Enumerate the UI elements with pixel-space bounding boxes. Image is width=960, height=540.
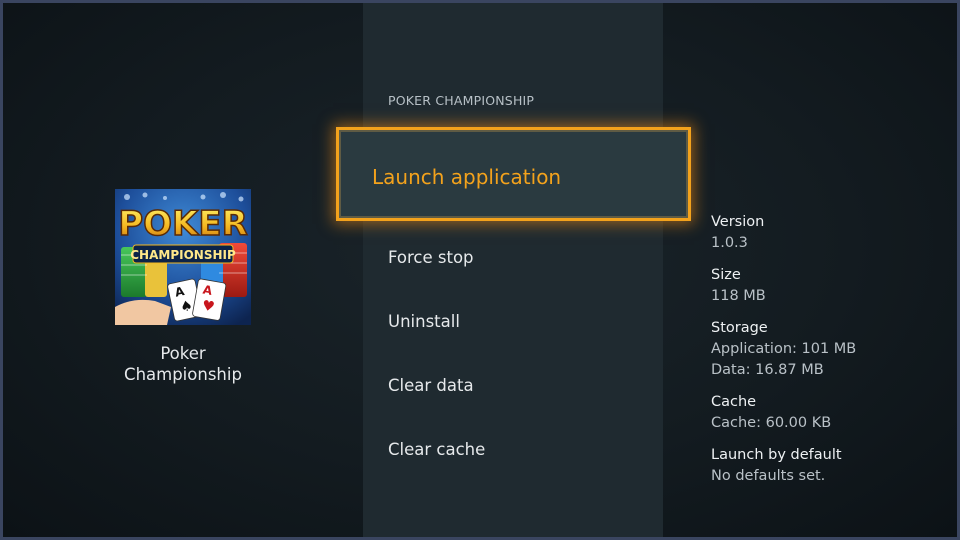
app-settings-screen: POKER CHAMPIONSHIP Launch application Fo… — [0, 0, 960, 540]
logo-text: POKER — [118, 204, 248, 244]
app-name-line1: Poker — [160, 344, 206, 363]
storage-data-value: Data: 16.87 MB — [711, 362, 824, 378]
storage-application-value: Application: 101 MB — [711, 341, 857, 357]
storage-block: Storage Application: 101 MB Data: 16.87 … — [711, 318, 856, 381]
app-icon: POKER CHAMPIONSHIP A ♠ A ♥ — [115, 189, 251, 325]
launch-default-label: Launch by default — [711, 447, 842, 463]
version-value: 1.0.3 — [711, 235, 748, 251]
app-info-column: Version 1.0.3 Size 118 MB Storage Applic… — [711, 212, 856, 498]
version-label: Version — [711, 214, 765, 230]
app-name-line2: Championship — [124, 365, 242, 384]
poker-logo-image: POKER CHAMPIONSHIP A ♠ A ♥ — [115, 189, 251, 325]
cache-label: Cache — [711, 394, 757, 410]
launch-application-label: Launch application — [372, 165, 562, 189]
page-title: POKER CHAMPIONSHIP — [388, 93, 535, 108]
launch-application-button[interactable]: Launch application — [336, 127, 691, 221]
actions-panel — [363, 3, 663, 537]
app-name: Poker Championship — [103, 343, 263, 385]
launch-default-block: Launch by default No defaults set. — [711, 445, 856, 487]
size-label: Size — [711, 267, 741, 283]
cache-block: Cache Cache: 60.00 KB — [711, 392, 856, 434]
version-block: Version 1.0.3 — [711, 212, 856, 254]
launch-default-value: No defaults set. — [711, 468, 826, 484]
clear-data-button[interactable]: Clear data — [388, 376, 474, 395]
uninstall-button[interactable]: Uninstall — [388, 312, 460, 331]
clear-cache-button[interactable]: Clear cache — [388, 440, 485, 459]
svg-text:CHAMPIONSHIP: CHAMPIONSHIP — [130, 248, 236, 262]
size-value: 118 MB — [711, 288, 766, 304]
size-block: Size 118 MB — [711, 265, 856, 307]
force-stop-button[interactable]: Force stop — [388, 248, 474, 267]
storage-label: Storage — [711, 320, 768, 336]
cache-value: Cache: 60.00 KB — [711, 415, 832, 431]
